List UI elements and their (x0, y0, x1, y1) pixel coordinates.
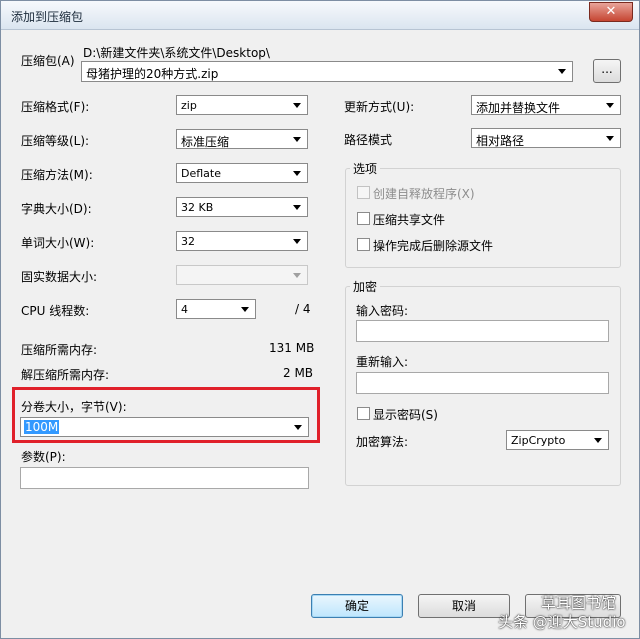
dict-select[interactable]: 32 KB (176, 197, 308, 217)
archive-path: D:\新建文件夹\系统文件\Desktop\ (83, 46, 270, 60)
volume-combo[interactable]: 100M (20, 417, 309, 437)
chevron-down-icon (294, 425, 302, 430)
password-label: 输入密码: (356, 304, 409, 318)
window-title: 添加到压缩包 (11, 10, 84, 24)
close-button[interactable]: ✕ (589, 2, 633, 22)
level-label: 压缩等级(L): (21, 134, 90, 148)
chevron-down-icon (558, 69, 566, 74)
mem-compress-value: 131 MB (269, 341, 315, 355)
chevron-down-icon (293, 103, 301, 108)
sfx-label: 创建自释放程序(X) (373, 187, 475, 201)
method-value: Deflate (181, 167, 221, 180)
delete-after-label: 操作完成后删除源文件 (373, 239, 494, 253)
params-label: 参数(P): (21, 450, 66, 464)
cancel-button[interactable]: 取消 (418, 594, 510, 618)
chevron-down-icon (293, 137, 301, 142)
sfx-checkbox (357, 186, 370, 199)
format-select[interactable]: zip (176, 95, 308, 115)
reenter-input[interactable] (356, 372, 609, 394)
shared-label: 压缩共享文件 (373, 213, 446, 227)
encrypt-method-value: ZipCrypto (511, 434, 566, 447)
volume-value: 100M (24, 420, 60, 434)
level-value: 标准压缩 (181, 135, 230, 149)
cpu-max: / 4 (295, 302, 311, 316)
pathmode-select[interactable]: 相对路径 (471, 128, 621, 148)
solid-label: 固实数据大小: (21, 270, 98, 284)
browse-button[interactable]: ... (593, 59, 621, 83)
add-to-archive-dialog: 添加到压缩包 ✕ 压缩包(A) D:\新建文件夹\系统文件\Desktop\ 母… (0, 0, 640, 639)
archive-filename: 母猪护理的20种方式.zip (86, 67, 219, 81)
chevron-down-icon (606, 136, 614, 141)
cpu-select[interactable]: 4 (176, 299, 256, 319)
chevron-down-icon (293, 205, 301, 210)
delete-after-checkbox[interactable] (357, 238, 370, 251)
volume-label: 分卷大小，字节(V): (21, 400, 127, 414)
reenter-label: 重新输入: (356, 355, 409, 369)
cpu-label: CPU 线程数: (21, 304, 90, 318)
update-select[interactable]: 添加并替换文件 (471, 95, 621, 115)
chevron-down-icon (293, 239, 301, 244)
word-label: 单词大小(W): (21, 236, 95, 250)
word-select[interactable]: 32 (176, 231, 308, 251)
format-value: zip (181, 99, 197, 112)
dict-value: 32 KB (181, 201, 214, 214)
dict-label: 字典大小(D): (21, 202, 92, 216)
shared-checkbox[interactable] (357, 212, 370, 225)
level-select[interactable]: 标准压缩 (176, 129, 308, 149)
solid-select (176, 265, 308, 285)
encrypt-method-label: 加密算法: (356, 435, 409, 449)
show-password-checkbox[interactable] (357, 407, 370, 420)
params-input[interactable] (20, 467, 309, 489)
pathmode-label: 路径模式 (344, 133, 393, 147)
chevron-down-icon (594, 438, 602, 443)
chevron-down-icon (293, 171, 301, 176)
chevron-down-icon (293, 273, 301, 278)
ok-button[interactable]: 确定 (311, 594, 403, 618)
pathmode-value: 相对路径 (476, 134, 525, 148)
watermark-line2: 草耳图书馆 (541, 594, 617, 612)
format-label: 压缩格式(F): (21, 100, 90, 114)
close-icon: ✕ (605, 4, 617, 19)
mem-decompress-label: 解压缩所需内存: (21, 368, 110, 382)
mem-compress-label: 压缩所需内存: (21, 343, 98, 357)
update-value: 添加并替换文件 (476, 101, 561, 115)
cpu-value: 4 (181, 303, 188, 316)
encrypt-method-select[interactable]: ZipCrypto (506, 430, 609, 450)
archive-filename-combo[interactable]: 母猪护理的20种方式.zip (81, 61, 573, 82)
method-label: 压缩方法(M): (21, 168, 93, 182)
method-select[interactable]: Deflate (176, 163, 308, 183)
chevron-down-icon (606, 103, 614, 108)
show-password-label: 显示密码(S) (373, 408, 438, 422)
archive-label: 压缩包(A) (21, 54, 75, 68)
word-value: 32 (181, 235, 195, 248)
update-label: 更新方式(U): (344, 100, 415, 114)
title-bar: 添加到压缩包 ✕ (1, 1, 639, 30)
watermark-line1: 头条 @迎大Studio (498, 613, 626, 631)
chevron-down-icon (241, 307, 249, 312)
password-input[interactable] (356, 320, 609, 342)
encrypt-title: 加密 (350, 278, 381, 295)
options-title: 选项 (350, 160, 381, 177)
mem-decompress-value: 2 MB (283, 366, 314, 380)
